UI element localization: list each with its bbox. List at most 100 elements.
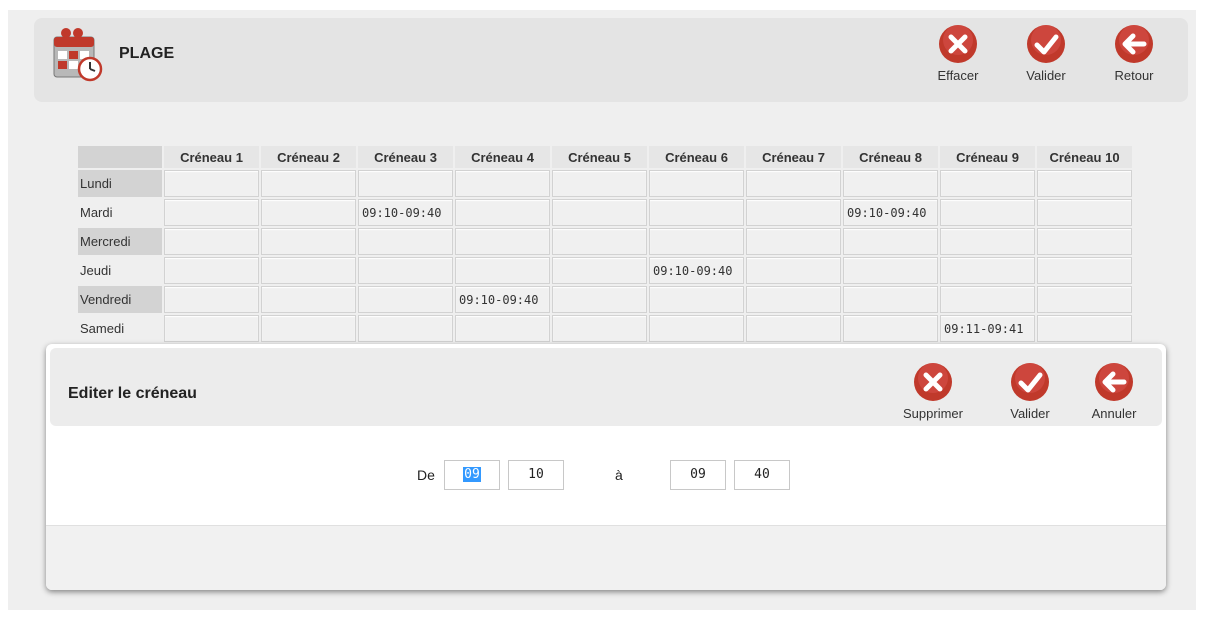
supprimer-button[interactable]: Supprimer bbox=[893, 362, 973, 421]
dialog-header: Editer le créneau Supprimer Valider Annu… bbox=[50, 348, 1162, 426]
check-icon bbox=[1011, 363, 1049, 401]
slot-cell[interactable] bbox=[940, 228, 1035, 255]
slot-cell[interactable] bbox=[261, 228, 356, 255]
slot-cell[interactable] bbox=[843, 286, 938, 313]
slot-cell[interactable] bbox=[649, 199, 744, 226]
slot-cell[interactable] bbox=[552, 199, 647, 226]
slot-cell[interactable] bbox=[940, 257, 1035, 284]
slot-cell[interactable] bbox=[358, 257, 453, 284]
slot-cell[interactable] bbox=[746, 315, 841, 342]
schedule-grid: Créneau 1 Créneau 2 Créneau 3 Créneau 4 … bbox=[76, 144, 1134, 344]
slot-cell[interactable] bbox=[358, 170, 453, 197]
slot-cell[interactable] bbox=[261, 170, 356, 197]
slot-cell[interactable] bbox=[455, 228, 550, 255]
day-label: Lundi bbox=[78, 170, 162, 197]
day-label: Vendredi bbox=[78, 286, 162, 313]
slot-cell[interactable] bbox=[358, 286, 453, 313]
slot-cell[interactable] bbox=[164, 257, 259, 284]
slot-cell[interactable] bbox=[746, 170, 841, 197]
slot-cell[interactable] bbox=[358, 228, 453, 255]
slot-cell[interactable] bbox=[940, 199, 1035, 226]
check-icon bbox=[1027, 25, 1065, 63]
dialog-valider-button[interactable]: Valider bbox=[990, 362, 1070, 421]
slot-cell[interactable] bbox=[1037, 257, 1132, 284]
to-hour-input[interactable]: 09 bbox=[670, 460, 726, 490]
retour-button[interactable]: Retour bbox=[1104, 24, 1164, 98]
slot-cell[interactable] bbox=[552, 286, 647, 313]
slot-cell[interactable] bbox=[552, 228, 647, 255]
slot-cell[interactable] bbox=[261, 315, 356, 342]
col-header: Créneau 8 bbox=[843, 146, 938, 168]
slot-cell[interactable] bbox=[746, 286, 841, 313]
table-row: Samedi 09:11-09:41 bbox=[78, 315, 1132, 342]
slot-cell[interactable] bbox=[455, 199, 550, 226]
slot-cell[interactable] bbox=[164, 170, 259, 197]
arrow-left-icon bbox=[1115, 25, 1153, 63]
grid-header-row: Créneau 1 Créneau 2 Créneau 3 Créneau 4 … bbox=[78, 146, 1132, 168]
slot-cell[interactable] bbox=[552, 170, 647, 197]
to-label: à bbox=[615, 467, 623, 483]
retour-label: Retour bbox=[1114, 68, 1154, 83]
slot-cell[interactable] bbox=[455, 257, 550, 284]
effacer-label: Effacer bbox=[937, 68, 979, 83]
slot-cell[interactable] bbox=[746, 257, 841, 284]
slot-cell[interactable] bbox=[261, 286, 356, 313]
slot-cell[interactable] bbox=[746, 199, 841, 226]
table-row: Lundi bbox=[78, 170, 1132, 197]
effacer-button[interactable]: Effacer bbox=[928, 24, 988, 98]
slot-cell[interactable] bbox=[358, 315, 453, 342]
col-header: Créneau 1 bbox=[164, 146, 259, 168]
slot-cell[interactable] bbox=[843, 315, 938, 342]
slot-cell[interactable] bbox=[649, 286, 744, 313]
slot-cell[interactable] bbox=[1037, 286, 1132, 313]
col-header: Créneau 3 bbox=[358, 146, 453, 168]
slot-cell[interactable]: 09:11-09:41 bbox=[940, 315, 1035, 342]
slot-cell[interactable] bbox=[843, 257, 938, 284]
slot-cell[interactable]: 09:10-09:40 bbox=[649, 257, 744, 284]
slot-cell[interactable] bbox=[552, 315, 647, 342]
slot-cell[interactable] bbox=[164, 286, 259, 313]
slot-cell[interactable] bbox=[1037, 199, 1132, 226]
slot-cell[interactable]: 09:10-09:40 bbox=[843, 199, 938, 226]
table-row: Vendredi 09:10-09:40 bbox=[78, 286, 1132, 313]
slot-cell[interactable] bbox=[261, 257, 356, 284]
day-label: Jeudi bbox=[78, 257, 162, 284]
slot-cell[interactable] bbox=[1037, 315, 1132, 342]
slot-cell[interactable] bbox=[261, 199, 356, 226]
slot-cell[interactable]: 09:10-09:40 bbox=[455, 286, 550, 313]
slot-cell[interactable] bbox=[843, 228, 938, 255]
slot-cell[interactable] bbox=[940, 170, 1035, 197]
dialog-footer bbox=[46, 525, 1166, 590]
slot-cell[interactable] bbox=[164, 199, 259, 226]
from-minute-input[interactable]: 10 bbox=[508, 460, 564, 490]
time-range-row: De 09 : 10 à 09 : 40 bbox=[46, 460, 1166, 490]
slot-cell[interactable] bbox=[746, 228, 841, 255]
close-icon bbox=[914, 363, 952, 401]
valider-button[interactable]: Valider bbox=[1016, 24, 1076, 98]
slot-cell[interactable] bbox=[649, 170, 744, 197]
dialog-valider-label: Valider bbox=[1010, 406, 1050, 421]
to-minute-input[interactable]: 40 bbox=[734, 460, 790, 490]
page-title: PLAGE bbox=[119, 45, 175, 62]
slot-cell[interactable] bbox=[843, 170, 938, 197]
slot-cell[interactable] bbox=[1037, 170, 1132, 197]
annuler-button[interactable]: Annuler bbox=[1074, 362, 1154, 421]
col-header: Créneau 7 bbox=[746, 146, 841, 168]
calendar-clock-icon bbox=[53, 28, 103, 82]
slot-cell[interactable] bbox=[649, 228, 744, 255]
arrow-left-icon bbox=[1095, 363, 1133, 401]
slot-cell[interactable] bbox=[164, 228, 259, 255]
day-label: Mercredi bbox=[78, 228, 162, 255]
dialog-title: Editer le créneau bbox=[68, 385, 197, 402]
slot-cell[interactable] bbox=[649, 315, 744, 342]
slot-cell[interactable] bbox=[164, 315, 259, 342]
from-hour-input[interactable]: 09 bbox=[444, 460, 500, 490]
slot-cell[interactable]: 09:10-09:40 bbox=[358, 199, 453, 226]
slot-cell[interactable] bbox=[940, 286, 1035, 313]
slot-cell[interactable] bbox=[1037, 228, 1132, 255]
slot-cell[interactable] bbox=[552, 257, 647, 284]
slot-cell[interactable] bbox=[455, 315, 550, 342]
slot-cell[interactable] bbox=[455, 170, 550, 197]
col-header: Créneau 10 bbox=[1037, 146, 1132, 168]
col-header: Créneau 4 bbox=[455, 146, 550, 168]
